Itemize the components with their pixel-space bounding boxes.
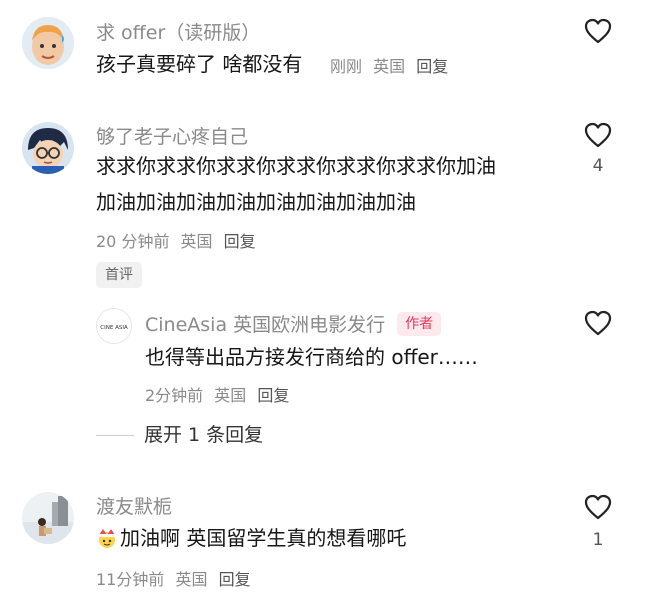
heart-outline-icon bbox=[584, 18, 612, 44]
heart-outline-icon bbox=[584, 122, 612, 148]
comment-item: 求 offer（读研版） 孩子真要碎了 啥都没有 刚刚 英国 回复 bbox=[0, 0, 660, 110]
like-button[interactable] bbox=[584, 122, 612, 148]
like-count: 1 bbox=[592, 530, 604, 550]
comment-location: 英国 bbox=[175, 570, 208, 589]
comment-text: 加油啊 英国留学生真的想看哪吒 bbox=[96, 522, 406, 554]
comment-meta: 11分钟前 英国 回复 bbox=[96, 566, 257, 590]
avatar[interactable] bbox=[22, 492, 74, 544]
reply-button[interactable]: 回复 bbox=[416, 57, 448, 76]
comment-time: 刚刚 bbox=[330, 57, 363, 76]
reply-button[interactable]: 回复 bbox=[224, 232, 256, 251]
comment-time: 2分钟前 bbox=[145, 386, 204, 405]
avatar[interactable] bbox=[22, 17, 74, 69]
avatar[interactable]: CINE ASIA bbox=[96, 308, 132, 344]
author-name[interactable]: CineAsia 英国欧洲电影发行 bbox=[145, 314, 385, 336]
reply-button[interactable]: 回复 bbox=[257, 386, 289, 405]
comment-location: 英国 bbox=[180, 232, 213, 251]
cheer-emoji-icon bbox=[99, 529, 115, 548]
comment-text-line: 加油加油加油加油加油加油加油加油 bbox=[96, 190, 416, 214]
comment-item: 渡友默栀 加油啊 英国留学生真的想看哪吒 11分钟前 英国 回复 1 bbox=[0, 480, 660, 616]
first-comment-tag: 首评 bbox=[96, 262, 142, 288]
comment-text: 也得等出品方接发行商给的 offer…… bbox=[145, 345, 478, 369]
like-button[interactable] bbox=[584, 310, 612, 336]
comment-time: 20 分钟前 bbox=[96, 232, 170, 251]
svg-text:CINE ASIA: CINE ASIA bbox=[100, 325, 128, 331]
author-badge: 作者 bbox=[397, 311, 442, 336]
like-button[interactable] bbox=[584, 494, 612, 520]
like-count: 4 bbox=[592, 156, 604, 176]
comment-username[interactable]: CineAsia 英国欧洲电影发行 作者 bbox=[145, 310, 442, 338]
comment-meta: 刚刚 英国 回复 bbox=[330, 53, 454, 77]
heart-outline-icon bbox=[584, 310, 612, 336]
reply-button[interactable]: 回复 bbox=[219, 570, 251, 589]
comment-username[interactable]: 渡友默栀 bbox=[96, 492, 172, 519]
divider-line bbox=[96, 435, 134, 436]
comment-username[interactable]: 求 offer（读研版） bbox=[96, 18, 260, 45]
avatar[interactable] bbox=[22, 122, 74, 174]
heart-outline-icon bbox=[584, 494, 612, 520]
comment-location: 英国 bbox=[214, 386, 247, 405]
comment-meta: 2分钟前 英国 回复 bbox=[145, 382, 295, 406]
comment-text: 孩子真要碎了 啥都没有 bbox=[96, 52, 303, 76]
comment-text-content: 加油啊 英国留学生真的想看哪吒 bbox=[120, 526, 407, 550]
reply-item: CINE ASIA CineAsia 英国欧洲电影发行 作者 也得等出品方接发行商… bbox=[0, 300, 660, 410]
comment-text-line: 求求你求求你求求你求求你求求你求求你加油 bbox=[96, 154, 496, 178]
expand-replies-button[interactable]: 展开 1 条回复 bbox=[96, 420, 263, 447]
comment-time: 11分钟前 bbox=[96, 570, 165, 589]
comment-meta: 20 分钟前 英国 回复 bbox=[96, 228, 262, 252]
comment-location: 英国 bbox=[373, 57, 406, 76]
expand-replies-label[interactable]: 展开 1 条回复 bbox=[144, 424, 263, 446]
comment-username[interactable]: 够了老子心疼自己 bbox=[96, 122, 248, 149]
like-button[interactable] bbox=[584, 18, 612, 44]
